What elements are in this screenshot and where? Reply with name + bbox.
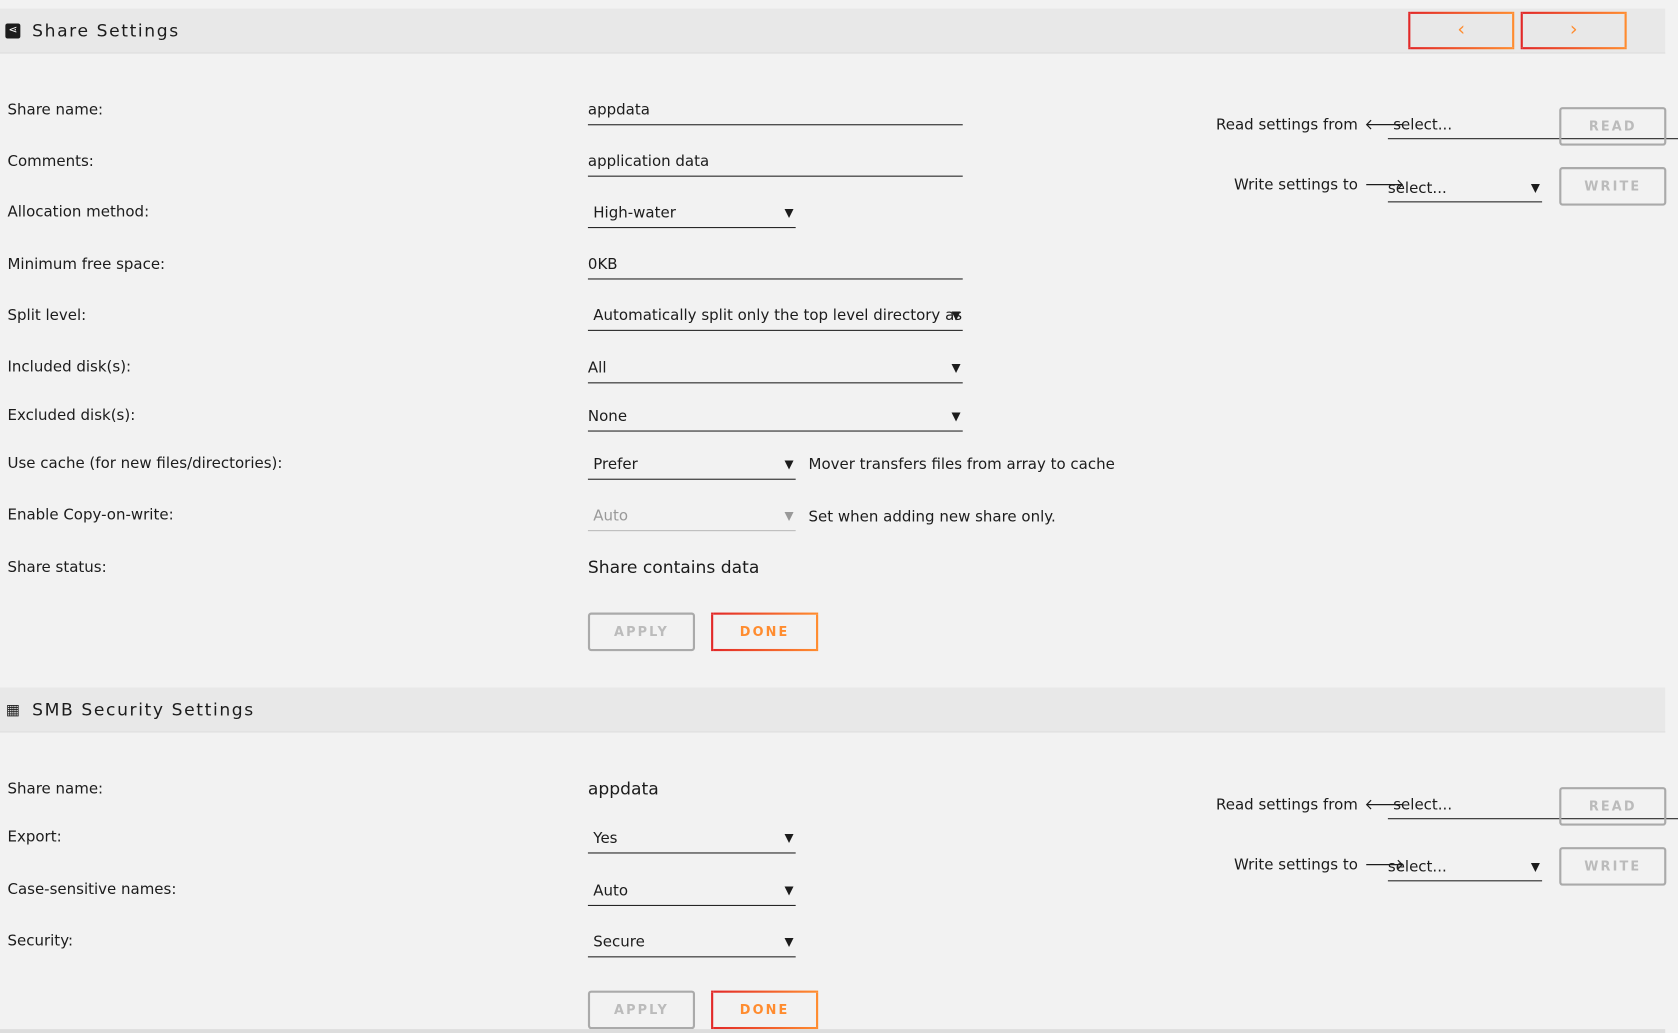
caret-down-icon: ▼ xyxy=(784,205,794,220)
next-button[interactable]: › xyxy=(1520,11,1627,50)
section-title: SMB Security Settings xyxy=(32,699,255,720)
caret-down-icon: ▼ xyxy=(784,831,794,845)
label: Share status: xyxy=(7,559,107,577)
select-value: None xyxy=(587,408,628,426)
write-settings-label: Write settings to xyxy=(1233,176,1358,194)
smb-share-name-value: appdata xyxy=(587,778,659,799)
select-value: All xyxy=(587,359,607,377)
split-level-select[interactable]: Automatically split only the top level d… xyxy=(587,303,963,331)
min-free-space-input[interactable]: 0KB xyxy=(587,252,963,280)
share-status-value: Share contains data xyxy=(587,556,760,578)
smb-read-button[interactable]: READ xyxy=(1559,787,1667,826)
select-value: Automatically split only the top level d… xyxy=(593,307,963,325)
share-name-input[interactable]: appdata xyxy=(587,97,963,126)
select-value: High-water xyxy=(593,204,676,222)
caret-down-icon: ▼ xyxy=(1530,180,1540,195)
read-settings-label: Read settings from xyxy=(1216,796,1358,814)
caret-down-icon: ▼ xyxy=(951,409,961,424)
done-button[interactable]: DONE xyxy=(711,612,819,652)
case-sensitive-select[interactable]: Auto ▼ xyxy=(587,878,796,906)
caret-down-icon: ▼ xyxy=(784,457,794,472)
label: Export: xyxy=(7,828,62,847)
apply-button[interactable]: APPLY xyxy=(587,612,696,652)
label: Use cache (for new files/directories): xyxy=(7,455,283,473)
previous-button[interactable]: ‹ xyxy=(1408,11,1515,50)
caret-down-icon: ▼ xyxy=(951,360,961,375)
label: Comments: xyxy=(7,153,94,171)
label: Split level: xyxy=(7,307,87,325)
label: Enable Copy-on-write: xyxy=(7,506,174,524)
label: Excluded disk(s): xyxy=(7,406,136,425)
windows-icon: ▦ xyxy=(5,701,20,719)
smb-write-button[interactable]: WRITE xyxy=(1559,847,1667,886)
included-disks-select[interactable]: All ▼ xyxy=(587,356,963,384)
share-settings-header: ⋖ Share Settings ‹ › xyxy=(0,8,1666,54)
divider xyxy=(0,1029,1666,1033)
label: Share name: xyxy=(7,101,104,119)
caret-down-icon: ▼ xyxy=(784,508,794,523)
write-settings-label: Write settings to xyxy=(1233,856,1358,874)
select-value: Yes xyxy=(593,829,618,848)
use-cache-select[interactable]: Prefer ▼ xyxy=(587,452,796,480)
label: Included disk(s): xyxy=(7,358,132,376)
smb-apply-button[interactable]: APPLY xyxy=(587,990,696,1030)
export-select[interactable]: Yes ▼ xyxy=(587,826,796,854)
read-settings-label: Read settings from xyxy=(1216,116,1358,134)
smb-settings-header: ▦ SMB Security Settings xyxy=(0,687,1666,733)
select-value: Auto xyxy=(593,882,629,900)
caret-down-icon: ▼ xyxy=(951,308,961,323)
copy-on-write-select: Auto ▼ xyxy=(587,503,796,532)
share-icon: ⋖ xyxy=(5,23,21,39)
select-value: Prefer xyxy=(593,456,638,474)
select-value: select... xyxy=(1387,858,1447,876)
label: Share name: xyxy=(7,780,104,798)
use-cache-note: Mover transfers files from array to cach… xyxy=(808,456,1115,474)
write-settings-select[interactable]: select... ▼ xyxy=(1387,175,1543,203)
select-value: select... xyxy=(1387,179,1447,198)
read-button[interactable]: READ xyxy=(1559,107,1667,146)
comments-input[interactable]: application data xyxy=(587,149,963,177)
write-button[interactable]: WRITE xyxy=(1559,167,1667,206)
caret-down-icon: ▼ xyxy=(784,934,794,949)
excluded-disks-select[interactable]: None ▼ xyxy=(587,404,963,432)
copy-on-write-note: Set when adding new share only. xyxy=(808,508,1056,526)
caret-down-icon: ▼ xyxy=(1530,859,1540,874)
smb-done-button[interactable]: DONE xyxy=(711,990,819,1030)
select-value: Secure xyxy=(593,933,645,951)
smb-write-settings-select[interactable]: select... ▼ xyxy=(1387,854,1543,882)
select-value: Auto xyxy=(593,507,629,525)
label: Security: xyxy=(7,932,74,950)
label: Allocation method: xyxy=(7,203,150,221)
allocation-method-select[interactable]: High-water ▼ xyxy=(587,200,796,229)
label: Minimum free space: xyxy=(7,255,166,274)
security-select[interactable]: Secure ▼ xyxy=(587,930,796,958)
label: Case-sensitive names: xyxy=(7,881,177,899)
caret-down-icon: ▼ xyxy=(784,883,794,898)
section-title: Share Settings xyxy=(32,20,180,41)
